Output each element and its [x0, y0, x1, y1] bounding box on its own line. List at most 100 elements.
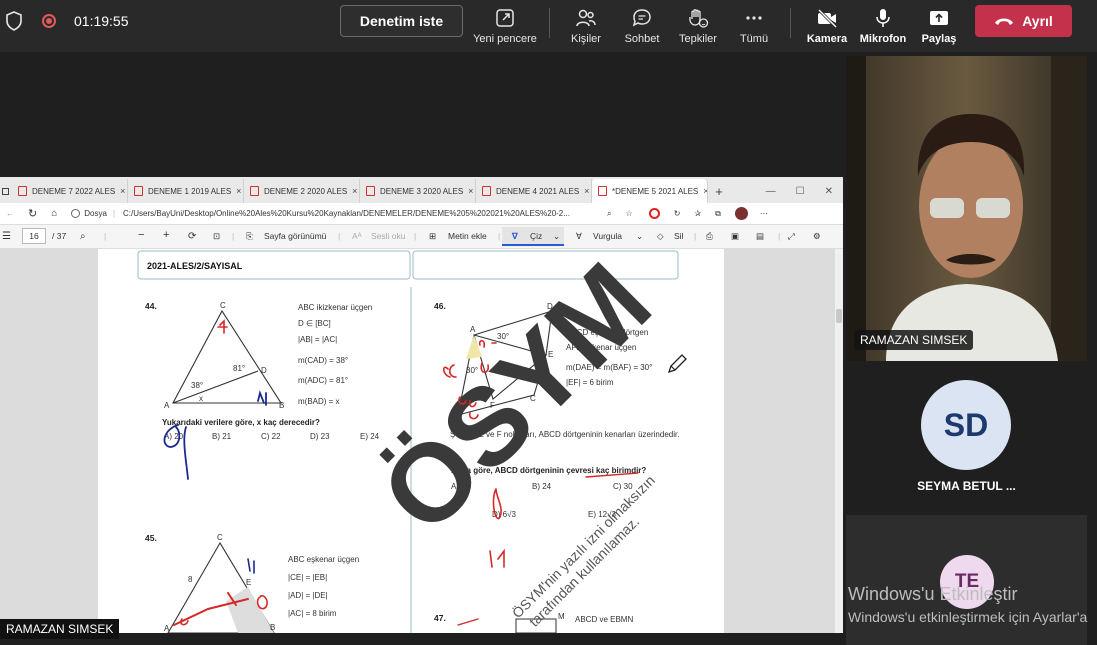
q46-option: B) 24	[532, 482, 552, 491]
page-number-input[interactable]: 16	[22, 228, 46, 244]
q45-number: 45.	[145, 533, 157, 543]
browser-tab[interactable]: DENEME 2 2020 ALES ×	[244, 179, 360, 203]
save-icon[interactable]: ▣	[731, 231, 739, 242]
more-button[interactable]: Tümü	[730, 0, 778, 52]
refresh-icon[interactable]: ↻	[28, 207, 37, 220]
browser-tab-active[interactable]: *DENEME 5 2021 ALES×	[592, 179, 708, 203]
chat-button[interactable]: Sohbet	[618, 0, 666, 52]
zoom-in-icon[interactable]: +	[163, 229, 169, 241]
chevron-down-icon[interactable]: ⌄	[553, 231, 560, 242]
add-text-icon[interactable]: ⊞	[429, 231, 436, 242]
search-icon[interactable]: ⌕	[80, 231, 86, 242]
browser-tab-strip: DENEME 7 2022 ALES × DENEME 1 2019 ALES × …	[0, 177, 843, 203]
url-field[interactable]: C:/Users/BayUni/Desktop/Online%20Ales%20…	[123, 209, 601, 218]
camera-button[interactable]: Kamera	[804, 0, 850, 52]
recording-icon	[42, 0, 56, 42]
close-icon[interactable]: ×	[120, 186, 125, 196]
home-icon[interactable]: ⌂	[51, 208, 57, 219]
settings-more-icon[interactable]: ⋯	[760, 209, 768, 218]
highlight-button[interactable]: Vurgula	[593, 231, 622, 241]
scrollbar[interactable]	[835, 249, 843, 633]
q47-number: 47.	[434, 613, 446, 623]
close-icon[interactable]: ×	[352, 186, 357, 196]
zoom-out-icon[interactable]: −	[138, 229, 144, 241]
people-button[interactable]: Kişiler	[562, 0, 610, 52]
presenter-name-tag: RAMAZAN SIMSEK	[0, 619, 120, 639]
reactions-button[interactable]: Tepkiler	[674, 0, 722, 52]
participant-name-tag: RAMAZAN SIMSEK	[854, 330, 974, 350]
shield-icon[interactable]	[5, 0, 23, 42]
erase-button[interactable]: Sil	[674, 231, 683, 241]
participant-name: SEYMA BETUL ...	[917, 479, 1016, 493]
participant-video-ramazan[interactable]: RAMAZAN SIMSEK	[846, 56, 1087, 361]
browser-tab[interactable]: DENEME 4 2021 ALES ×	[476, 179, 592, 203]
microphone-button[interactable]: Mikrofon	[858, 0, 908, 52]
collections-icon[interactable]: ⧉	[715, 209, 721, 219]
new-tab-icon[interactable]: +	[708, 179, 730, 203]
info-icon[interactable]	[71, 209, 81, 218]
pdf-viewport[interactable]: 2021-ALES/2/SAYISAL 44. C A B D 38° 81° …	[0, 249, 835, 633]
microphone-icon	[876, 9, 890, 27]
chat-icon	[632, 9, 651, 27]
profile-avatar[interactable]	[734, 207, 748, 220]
shared-browser-window[interactable]: DENEME 7 2022 ALES × DENEME 1 2019 ALES × …	[0, 177, 843, 633]
q44-angle-x: x	[199, 394, 203, 403]
browser-tab[interactable]: DENEME 1 2019 ALES ×	[128, 179, 244, 203]
q44-given: ABC ikizkenar üçgen	[298, 303, 372, 312]
q44-option: E) 24	[360, 432, 380, 441]
fit-page-icon[interactable]: ⊡	[213, 231, 220, 242]
browser-tab[interactable]: DENEME 3 2020 ALES ×	[360, 179, 476, 203]
favorites-icon[interactable]: ✰	[694, 209, 701, 218]
share-button[interactable]: Paylaş	[916, 0, 962, 52]
meeting-timer: 01:19:55	[74, 13, 129, 29]
q44-angle-38: 38°	[191, 381, 203, 390]
close-icon[interactable]: ×	[584, 186, 589, 196]
participant-video-feed	[846, 56, 1087, 361]
close-window-icon[interactable]: ✕	[825, 186, 833, 197]
q44-given: m(ADC) = 81°	[298, 376, 348, 385]
scrollbar-thumb[interactable]	[836, 309, 842, 323]
rotate-icon[interactable]: ⟳	[188, 231, 196, 242]
print-icon[interactable]: ⎙	[706, 231, 713, 242]
close-icon[interactable]: ×	[468, 186, 473, 196]
zoom-icon[interactable]: ⌕	[607, 209, 611, 219]
toolbar-divider: |	[778, 231, 781, 241]
draw-icon: ∇	[512, 231, 518, 241]
participant-tile-te[interactable]: TE	[846, 515, 1087, 645]
close-icon[interactable]: ×	[236, 186, 241, 196]
favorites-add-icon[interactable]: ☆	[626, 209, 633, 218]
pdf-settings-icon[interactable]: ⚙	[813, 231, 821, 242]
toolbar-divider: |	[232, 231, 235, 241]
tab-actions-icon[interactable]	[0, 179, 12, 203]
q44-triangle	[172, 309, 283, 404]
q44-angle-81: 81°	[233, 364, 245, 373]
page-view-button[interactable]: Sayfa görünümü	[264, 231, 326, 241]
add-text-button[interactable]: Metin ekle	[448, 231, 487, 241]
contents-icon[interactable]: ☰	[2, 231, 11, 242]
q47-given: ABCD ve EBMN	[575, 615, 633, 624]
chat-label: Sohbet	[624, 33, 660, 45]
highlight-icon[interactable]: ∀	[576, 231, 582, 242]
maximize-icon[interactable]: ☐	[796, 186, 805, 197]
leave-button[interactable]: Ayrıl	[975, 5, 1072, 37]
opera-extension-icon[interactable]	[648, 208, 660, 219]
chevron-down-icon[interactable]: ⌄	[636, 231, 643, 242]
read-aloud-icon: Aᴬ	[352, 231, 362, 241]
eraser-icon[interactable]: ◇	[657, 231, 664, 242]
minimize-icon[interactable]: —	[766, 186, 776, 197]
fullscreen-icon[interactable]: ⤢	[788, 231, 795, 242]
request-control-button[interactable]: Denetim iste	[340, 5, 463, 37]
new-window-label: Yeni pencere	[473, 33, 537, 45]
page-view-icon[interactable]: ⎘	[246, 231, 253, 242]
save-as-icon[interactable]: ▤	[756, 231, 764, 242]
windows-activation-title: Windows'u Etkinleştir	[848, 584, 1018, 604]
q44-label-c: C	[220, 301, 226, 310]
watermark-note-2: tarafından kullanılamaz.	[526, 513, 642, 629]
extension-icon[interactable]: ↻	[674, 209, 681, 218]
reactions-label: Tepkiler	[679, 33, 717, 45]
q44-given: m(CAD) = 38°	[298, 356, 348, 365]
back-icon[interactable]: ←	[6, 209, 14, 218]
new-window-button[interactable]: Yeni pencere	[472, 0, 538, 52]
browser-tab[interactable]: DENEME 7 2022 ALES ×	[12, 179, 128, 203]
participant-tile-seyma[interactable]: SD SEYMA BETUL ...	[846, 365, 1087, 505]
